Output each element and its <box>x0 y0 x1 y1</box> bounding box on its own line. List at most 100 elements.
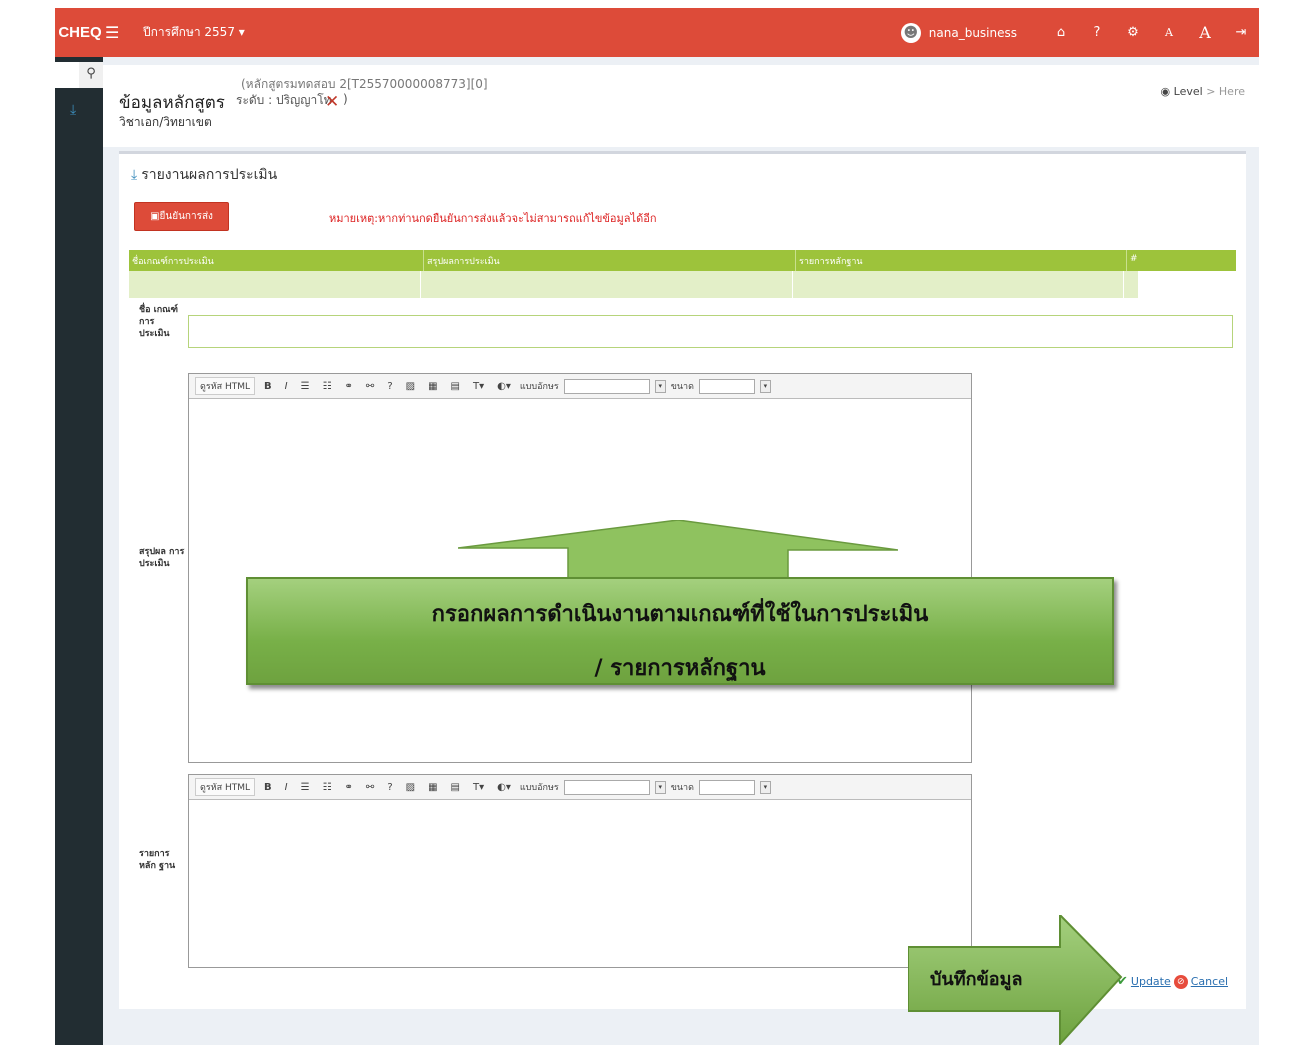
hamburger-icon[interactable]: ☰ <box>105 23 129 42</box>
section-label: วิชาเอก/วิทยาเขต <box>119 115 212 129</box>
close-icon[interactable]: ✕ <box>325 92 339 112</box>
text-color-icon[interactable]: T▾ <box>469 379 488 394</box>
callout-line-1: กรอกผลการดำเนินงานตามเกณฑ์ที่ใช้ในการประ… <box>431 602 929 627</box>
link-icon[interactable]: ⚭ <box>341 780 357 795</box>
col-evidence: รายการหลักฐาน <box>796 250 1127 271</box>
image-icon[interactable]: ▨ <box>402 780 419 795</box>
table-cell <box>421 271 793 298</box>
bold-button[interactable]: B <box>260 379 276 394</box>
size-select[interactable] <box>698 779 755 795</box>
ordered-list-icon[interactable]: ☰ <box>297 780 314 795</box>
editor-toolbar: ดูรหัส HTML B I ☰ ☷ ⚭ ⚯ ? ▨ ▦ ▤ T▾ ◐▾ แบ… <box>189 374 971 399</box>
text-color-icon[interactable]: T▾ <box>469 780 488 795</box>
confirm-send-button[interactable]: ▣ยืนยันการส่ง <box>134 202 229 231</box>
panel-title: ⤓ รายงานผลการประเมิน <box>131 164 277 186</box>
bold-button[interactable]: B <box>260 780 276 795</box>
sidebar-search[interactable]: ⚲ <box>55 62 103 88</box>
ordered-list-icon[interactable]: ☰ <box>297 379 314 394</box>
unlink-icon[interactable]: ⚯ <box>362 379 378 394</box>
content-header: (หลักสูตรมทดสอบ 2[T25570000008773][0] ข้… <box>103 65 1259 147</box>
sidebar <box>55 57 103 1045</box>
avatar[interactable]: ☻ <box>900 22 921 43</box>
bullet-list-icon[interactable]: ☷ <box>319 379 336 394</box>
breadcrumb-level[interactable]: Level <box>1174 85 1203 98</box>
instruction-callout: กรอกผลการดำเนินงานตามเกณฑ์ที่ใช้ในการประ… <box>246 577 1114 685</box>
logout-icon[interactable]: ⇥ <box>1223 25 1259 40</box>
search-icon[interactable]: ⚲ <box>79 62 103 88</box>
font-label: แบบอักษร <box>519 382 559 392</box>
italic-button[interactable]: I <box>281 379 292 394</box>
update-link[interactable]: Update <box>1131 975 1171 988</box>
breadcrumb: ◉ Level > Here <box>1161 85 1245 98</box>
table-icon[interactable]: ▦ <box>424 780 441 795</box>
bg-color-icon[interactable]: ◐▾ <box>493 379 515 394</box>
chevron-down-icon[interactable]: ▾ <box>759 379 771 393</box>
hr-icon[interactable]: ▤ <box>447 379 464 394</box>
image-icon[interactable]: ▨ <box>402 379 419 394</box>
table-icon[interactable]: ▦ <box>424 379 441 394</box>
font-label: แบบอักษร <box>519 783 559 793</box>
italic-button[interactable]: I <box>281 780 292 795</box>
col-hash: # <box>1130 254 1138 264</box>
brand-logo[interactable]: CHEQ <box>55 24 105 41</box>
label-evidence: รายการ หลัก ฐาน <box>139 849 176 871</box>
label-criteria-name: ชื่อ เกณฑ์ การ ประเมิน <box>139 305 178 339</box>
top-navbar: CHEQ ☰ ปีการศึกษา 2557 ▾ ☻ nana_business… <box>55 8 1259 57</box>
chevron-down-icon[interactable]: ▾ <box>654 379 666 393</box>
dashboard-icon: ◉ <box>1160 85 1171 98</box>
evidence-editor[interactable]: ดูรหัส HTML B I ☰ ☷ ⚭ ⚯ ? ▨ ▦ ▤ T▾ ◐▾ แบ… <box>188 774 972 968</box>
criteria-name-input[interactable] <box>188 315 1233 348</box>
chevron-down-icon[interactable]: ▾ <box>654 780 666 794</box>
link-icon[interactable]: ⚭ <box>341 379 357 394</box>
level-line: ระดับ : ปริญญาโท <box>236 93 332 107</box>
panel-title-text: รายงานผลการประเมิน <box>141 167 278 183</box>
table-header: ชื่อเกณฑ์การประเมิน สรุปผลการประเมิน ราย… <box>129 250 1236 271</box>
arrow-up-icon <box>458 520 898 578</box>
table-cell <box>793 271 1124 298</box>
page-title: ข้อมูลหลักสูตร <box>119 93 225 113</box>
year-dropdown[interactable]: ปีการศึกษา 2557 ▾ <box>143 23 245 42</box>
confirm-label: ยืนยันการส่ง <box>159 211 213 222</box>
save-icon: ▣ <box>150 211 160 222</box>
help-icon[interactable]: ? <box>1079 25 1115 40</box>
table-cell <box>129 271 421 298</box>
save-hint: บันทึกข้อมูล <box>930 969 1023 990</box>
settings-icon[interactable]: ⚙ <box>1115 25 1151 40</box>
size-label: ขนาด <box>670 382 694 392</box>
bullet-list-icon[interactable]: ☷ <box>319 780 336 795</box>
home-icon[interactable]: ⌂ <box>1043 25 1079 40</box>
breadcrumb-sep: > <box>1206 85 1216 98</box>
font-select[interactable] <box>563 779 650 795</box>
cancel-link[interactable]: Cancel <box>1191 975 1228 988</box>
source-html-button[interactable]: ดูรหัส HTML <box>195 778 256 796</box>
chevron-down-icon[interactable]: ▾ <box>759 780 771 794</box>
help-icon[interactable]: ? <box>383 780 396 795</box>
help-icon[interactable]: ? <box>383 379 396 394</box>
font-select[interactable] <box>563 378 650 394</box>
check-icon: ✔ <box>1117 974 1128 989</box>
callout-line-2: / รายการหลักฐาน <box>594 656 766 681</box>
download-icon[interactable]: ⤓ <box>70 102 76 118</box>
search-input[interactable] <box>55 62 79 88</box>
font-large-icon[interactable]: A <box>1187 23 1223 42</box>
unlink-icon[interactable]: ⚯ <box>362 780 378 795</box>
year-label: ปีการศึกษา 2557 <box>143 25 235 39</box>
row-actions: ✔ Update ⊘ Cancel <box>1117 974 1228 989</box>
close-paren: ) <box>343 92 348 106</box>
hr-icon[interactable]: ▤ <box>447 780 464 795</box>
breadcrumb-here: Here <box>1218 85 1245 98</box>
col-criteria: ชื่อเกณฑ์การประเมิน <box>129 250 424 271</box>
warning-note: หมายเหตุ:หากท่านกดยืนยันการส่งแล้วจะไม่ส… <box>329 212 657 225</box>
size-select[interactable] <box>698 378 755 394</box>
label-summary: สรุปผล การ ประเมิน <box>139 547 185 569</box>
evidence-text-area[interactable] <box>189 800 971 967</box>
font-small-icon[interactable]: A <box>1151 26 1187 39</box>
source-html-button[interactable]: ดูรหัส HTML <box>195 377 256 395</box>
page: CHEQ ☰ ปีการศึกษา 2557 ▾ ☻ nana_business… <box>0 0 1290 1045</box>
bg-color-icon[interactable]: ◐▾ <box>493 780 515 795</box>
username-label[interactable]: nana_business <box>929 26 1017 40</box>
size-label: ขนาด <box>670 783 694 793</box>
col-summary: สรุปผลการประเมิน <box>424 250 796 271</box>
editor-toolbar: ดูรหัส HTML B I ☰ ☷ ⚭ ⚯ ? ▨ ▦ ▤ T▾ ◐▾ แบ… <box>189 775 971 800</box>
download-icon: ⤓ <box>131 167 138 183</box>
